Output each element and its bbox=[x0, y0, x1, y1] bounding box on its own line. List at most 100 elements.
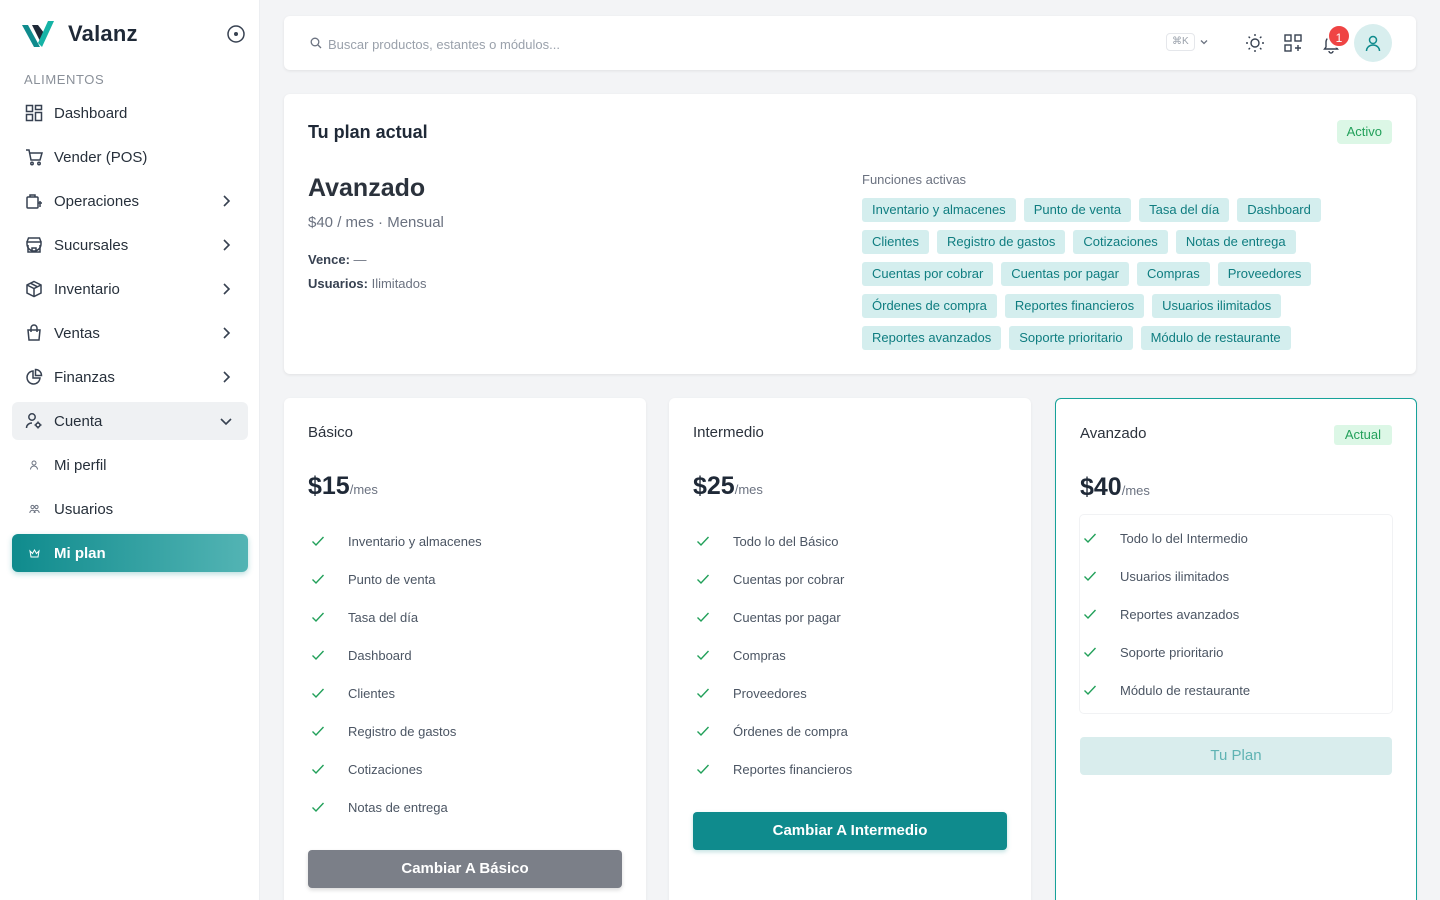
avatar[interactable] bbox=[1354, 24, 1392, 62]
feature-text: Clientes bbox=[348, 685, 395, 701]
feature-chip: Inventario y almacenes bbox=[862, 198, 1016, 222]
feature-text: Registro de gastos bbox=[348, 723, 457, 739]
change-to-intermedio-button[interactable]: Cambiar A Intermedio bbox=[693, 812, 1007, 850]
tier-feature-list: Todo lo del Intermedio Usuarios ilimitad… bbox=[1080, 515, 1392, 713]
search-input[interactable] bbox=[328, 34, 928, 54]
list-item: Cotizaciones bbox=[308, 750, 620, 788]
search-icon bbox=[310, 37, 322, 49]
feature-text: Dashboard bbox=[348, 647, 412, 663]
sidebar-subitem-mi-plan[interactable]: Mi plan bbox=[12, 534, 248, 572]
feature-text: Tasa del día bbox=[348, 609, 419, 625]
status-badge: Activo bbox=[1336, 120, 1392, 144]
list-item: Dashboard bbox=[308, 636, 620, 674]
feature-text: Cuentas por pagar bbox=[733, 609, 841, 625]
tier-price-amount: $15 bbox=[308, 472, 350, 500]
list-item: Cuentas por pagar bbox=[693, 598, 1005, 636]
sidebar-item-finanzas[interactable]: Finanzas bbox=[12, 358, 248, 396]
sidebar-subitem-label: Usuarios bbox=[54, 500, 114, 518]
list-item: Reportes financieros bbox=[693, 750, 1005, 788]
feature-text: Notas de entrega bbox=[348, 799, 448, 815]
chevron-right-icon bbox=[223, 239, 231, 251]
list-item: Compras bbox=[693, 636, 1005, 674]
plan-users-value: Ilimitados bbox=[371, 276, 427, 291]
sidebar-item-sucursales[interactable]: Sucursales bbox=[12, 226, 248, 264]
check-icon bbox=[312, 650, 325, 661]
sidebar-subitem-mi-perfil[interactable]: Mi perfil bbox=[12, 446, 248, 484]
search-shortcut-badge: ⌘K bbox=[1166, 33, 1195, 51]
change-to-basico-button[interactable]: Cambiar A Básico bbox=[308, 850, 622, 888]
check-icon bbox=[697, 726, 710, 737]
list-item: Notas de entrega bbox=[308, 788, 620, 826]
feature-text: Punto de venta bbox=[348, 571, 436, 587]
current-plan-name: Avanzado bbox=[308, 174, 426, 202]
user-settings-icon bbox=[24, 411, 44, 431]
sidebar-nav: Dashboard Vender (POS) Operaciones Sucur… bbox=[12, 94, 248, 578]
shopping-bag-icon bbox=[24, 323, 44, 343]
check-icon bbox=[1084, 609, 1097, 620]
feature-chip: Módulo de restaurante bbox=[1140, 326, 1291, 350]
feature-chip: Compras bbox=[1136, 262, 1210, 286]
feature-text: Proveedores bbox=[733, 685, 807, 701]
sidebar-item-ventas[interactable]: Ventas bbox=[12, 314, 248, 352]
tier-price-period: /mes bbox=[734, 482, 763, 497]
feature-chip: Cotizaciones bbox=[1073, 230, 1168, 254]
check-icon bbox=[312, 726, 325, 737]
check-icon bbox=[312, 536, 325, 547]
sidebar-subitem-usuarios[interactable]: Usuarios bbox=[12, 490, 248, 528]
list-item: Reportes avanzados bbox=[1080, 595, 1392, 633]
check-icon bbox=[697, 574, 710, 585]
list-item: Módulo de restaurante bbox=[1080, 671, 1392, 709]
tier-card-avanzado: Avanzado Actual $40/mes Todo lo del Inte… bbox=[1055, 398, 1417, 900]
check-icon bbox=[312, 612, 325, 623]
crown-icon bbox=[24, 543, 44, 563]
sidebar-item-label: Finanzas bbox=[54, 368, 115, 386]
sidebar-item-label: Dashboard bbox=[54, 104, 128, 122]
list-item: Todo lo del Básico bbox=[693, 522, 1005, 560]
current-plan-title: Tu plan actual bbox=[308, 122, 428, 142]
feature-text: Compras bbox=[733, 647, 786, 663]
box-icon bbox=[24, 279, 44, 299]
check-icon bbox=[1084, 533, 1097, 544]
check-icon bbox=[312, 574, 325, 585]
sidebar-item-cuenta[interactable]: Cuenta bbox=[12, 402, 248, 440]
check-icon bbox=[697, 688, 710, 699]
chevron-down-icon bbox=[220, 418, 232, 426]
user-avatar-icon bbox=[1365, 35, 1381, 52]
plan-users: Usuarios: Ilimitados bbox=[308, 276, 427, 291]
feature-chip: Cuentas por pagar bbox=[1001, 262, 1129, 286]
apps-grid-icon[interactable] bbox=[1282, 32, 1304, 54]
dashboard-grid-icon bbox=[24, 103, 44, 123]
sidebar-item-inventario[interactable]: Inventario bbox=[12, 270, 248, 308]
sidebar-item-operaciones[interactable]: Operaciones bbox=[12, 182, 248, 220]
your-plan-button[interactable]: Tu Plan bbox=[1080, 737, 1392, 775]
tier-card-basico: Básico $15/mes Inventario y almacenes Pu… bbox=[284, 398, 646, 900]
list-item: Cuentas por cobrar bbox=[693, 560, 1005, 598]
sun-icon[interactable] bbox=[1244, 32, 1266, 54]
feature-chip: Soporte prioritario bbox=[1009, 326, 1133, 350]
list-item: Punto de venta bbox=[308, 560, 620, 598]
sidebar-item-label: Cuenta bbox=[54, 412, 103, 430]
chevron-down-icon[interactable] bbox=[1198, 36, 1210, 48]
sidebar-item-pos[interactable]: Vender (POS) bbox=[12, 138, 248, 176]
check-icon bbox=[697, 650, 710, 661]
check-icon bbox=[697, 612, 710, 623]
sidebar-item-dashboard[interactable]: Dashboard bbox=[12, 94, 248, 132]
feature-text: Cuentas por cobrar bbox=[733, 571, 845, 587]
sidebar-subitem-label: Mi perfil bbox=[54, 456, 107, 474]
active-features-label: Funciones activas bbox=[862, 172, 967, 187]
tier-price: $15/mes bbox=[308, 472, 378, 501]
plan-expiry-label: Vence: bbox=[308, 252, 350, 267]
tier-feature-list: Todo lo del Básico Cuentas por cobrar Cu… bbox=[693, 522, 1005, 788]
valanz-logo-icon bbox=[22, 21, 54, 47]
collapse-sidebar-icon[interactable] bbox=[226, 24, 246, 44]
current-plan-price: $40 / mes · Mensual bbox=[308, 214, 444, 231]
tier-price-period: /mes bbox=[1121, 483, 1150, 498]
feature-chip: Registro de gastos bbox=[936, 230, 1066, 254]
active-features-list: Inventario y almacenes Punto de venta Ta… bbox=[862, 198, 1382, 358]
plan-expiry-value: — bbox=[353, 252, 367, 267]
check-icon bbox=[1084, 571, 1097, 582]
brand[interactable]: Valanz bbox=[20, 16, 248, 52]
feature-chip: Usuarios ilimitados bbox=[1152, 294, 1282, 318]
topbar: ⌘K 1 bbox=[284, 16, 1416, 70]
users-icon bbox=[24, 499, 44, 519]
